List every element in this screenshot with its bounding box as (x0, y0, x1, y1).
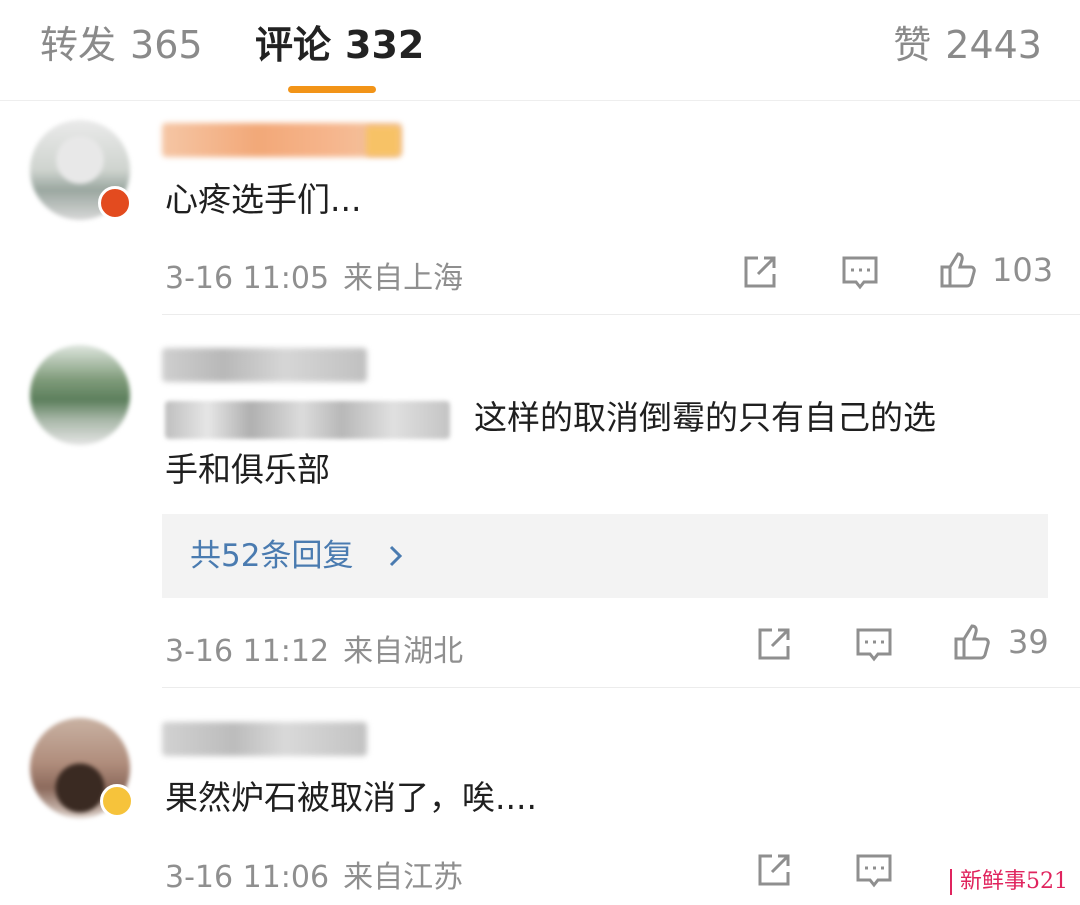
avatar[interactable] (30, 345, 130, 445)
reply-button[interactable] (854, 850, 894, 890)
blurred-mention (165, 400, 450, 439)
tab-comments-label: 评论 (255, 23, 332, 67)
like-count: 39 (1008, 623, 1049, 661)
divider (162, 314, 1080, 315)
watermark: 新鲜事521 (950, 869, 1068, 895)
view-replies-button[interactable]: 共52条回复 (162, 514, 1048, 598)
comment-icon (856, 628, 892, 662)
comment-meta: 3-16 11:06 来自江苏 (165, 852, 463, 896)
active-tab-indicator (288, 86, 376, 93)
tab-likes-label: 赞 (893, 23, 932, 67)
comment-date: 3-16 11:06 (165, 860, 330, 895)
verified-badge (98, 186, 132, 220)
tab-likes-count: 2443 (945, 23, 1042, 67)
reply-button[interactable] (840, 252, 880, 292)
username-blurred[interactable] (162, 348, 367, 382)
forward-button[interactable] (754, 624, 794, 664)
comment-icon (856, 854, 892, 888)
comment-tabs: 转发 365 评论 332 赞 2443 (0, 0, 1080, 101)
divider (162, 687, 1080, 688)
tab-forward-count: 365 (130, 23, 203, 67)
comment-location: 来自上海 (343, 261, 464, 296)
comment-location: 来自江苏 (343, 860, 464, 895)
forward-button[interactable] (740, 252, 780, 292)
tab-likes[interactable]: 赞 2443 (893, 20, 1042, 70)
forward-icon (758, 854, 790, 886)
username-blurred[interactable] (162, 722, 367, 756)
tab-comments[interactable]: 评论 332 (255, 20, 424, 70)
comment-text-line1: 这样的取消倒霉的只有自己的选 (474, 398, 936, 437)
comment-text: 果然炉石被取消了，唉.... (165, 778, 537, 817)
comment-date: 3-16 11:05 (165, 261, 330, 296)
user-badge-icon (366, 126, 400, 156)
comment-location: 来自湖北 (343, 634, 464, 669)
comment-text: 心疼选手们... (165, 180, 362, 219)
tab-comments-count: 332 (345, 23, 425, 67)
replies-label: 共52条回复 (190, 538, 354, 574)
comment-text: 这样的取消倒霉的只有自己的选 (165, 388, 936, 448)
like-button[interactable]: 39 (952, 622, 1049, 662)
chevron-right-icon (389, 545, 403, 567)
like-button[interactable]: 103 (938, 250, 1053, 290)
like-count: 103 (992, 251, 1054, 289)
tab-forward-label: 转发 (40, 23, 117, 67)
like-icon (940, 252, 976, 288)
comment-text-line2: 手和俱乐部 (165, 450, 330, 489)
forward-icon (744, 256, 776, 288)
comment-date: 3-16 11:12 (165, 634, 330, 669)
tab-forward[interactable]: 转发 365 (40, 20, 203, 70)
comment-meta: 3-16 11:05 来自上海 (165, 253, 463, 297)
forward-icon (758, 628, 790, 660)
comment-icon (842, 256, 878, 290)
like-icon (954, 624, 990, 660)
reply-button[interactable] (854, 624, 894, 664)
verified-badge (100, 784, 134, 818)
comment-meta: 3-16 11:12 来自湖北 (165, 626, 463, 670)
forward-button[interactable] (754, 850, 794, 890)
